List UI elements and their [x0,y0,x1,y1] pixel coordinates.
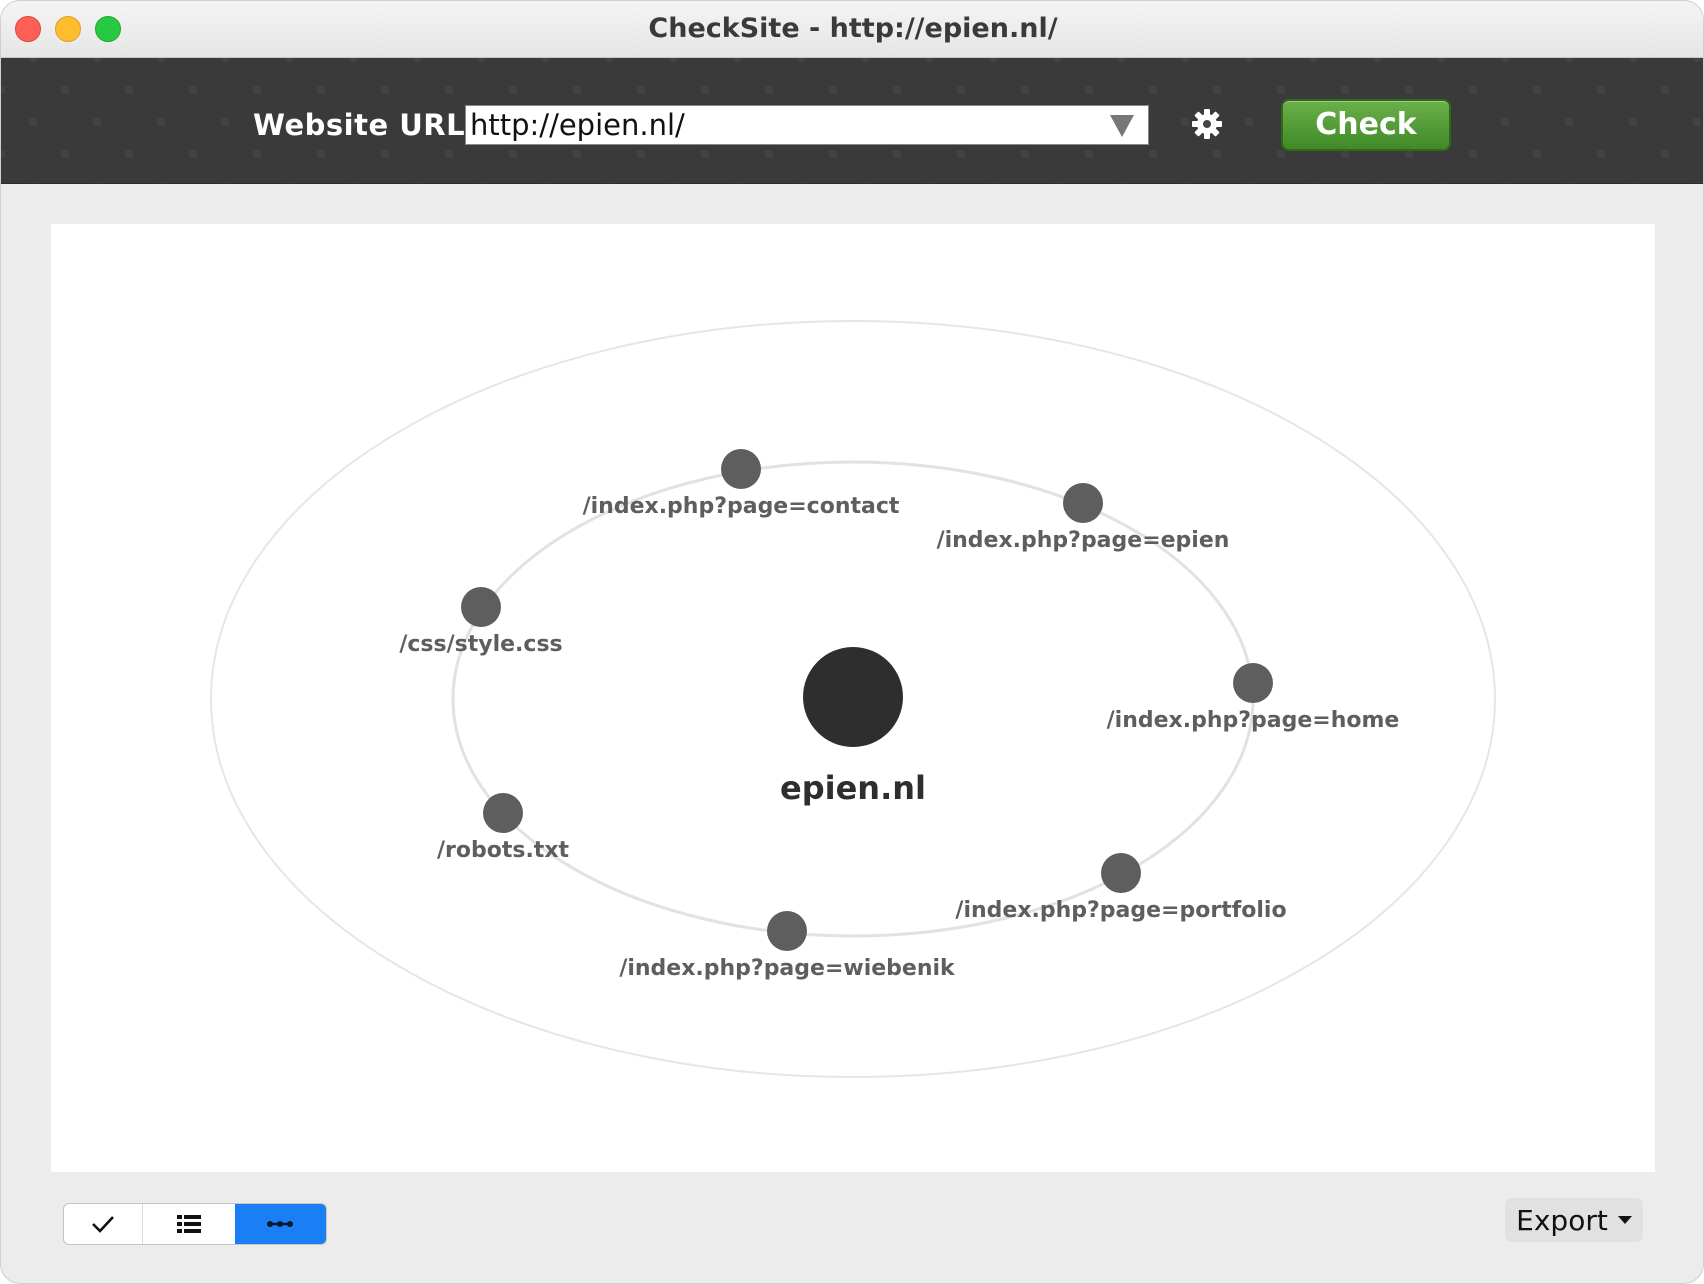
list-icon [177,1215,202,1233]
checklist-view-button[interactable] [64,1204,144,1244]
gear-icon[interactable] [1191,108,1223,140]
graph-node[interactable]: /robots.txt [437,793,570,863]
url-combobox[interactable] [465,105,1149,145]
graph-node[interactable]: /index.php?page=wiebenik [619,911,956,981]
graph-node-label: /index.php?page=wiebenik [619,956,956,981]
graph-node-label: /index.php?page=home [1107,708,1400,733]
graph-node-label: /robots.txt [437,838,570,863]
graph-node-label: /index.php?page=epien [937,528,1230,553]
app-window: CheckSite - http://epien.nl/ Website URL… [0,0,1704,1284]
export-button[interactable]: Export [1505,1198,1643,1242]
graph-node-label: /css/style.css [399,632,562,657]
graph-icon [267,1221,294,1227]
graph-node[interactable]: /index.php?page=epien [937,483,1230,553]
site-graph: epien.nl /index.php?page=contact /index.… [210,320,1496,1078]
chevron-down-icon [1617,1216,1632,1224]
url-input[interactable] [470,108,1080,142]
graph-node[interactable]: /index.php?page=contact [583,449,900,519]
window-title: CheckSite - http://epien.nl/ [648,13,1058,44]
toolbar: Website URL: Check [1,58,1703,184]
title-bar: CheckSite - http://epien.nl/ [1,1,1703,58]
url-dropdown-arrow-icon[interactable] [1110,115,1134,137]
graph-node-label: /index.php?page=portfolio [955,898,1286,923]
list-view-button[interactable] [143,1204,234,1244]
graph-node[interactable]: /css/style.css [399,587,563,657]
root-node-label: epien.nl [780,769,926,807]
graph-view-button[interactable] [234,1204,326,1244]
root-node[interactable] [803,647,903,747]
check-button[interactable]: Check [1281,99,1451,151]
site-graph-panel: epien.nl /index.php?page=contact /index.… [51,224,1655,1172]
graph-node-label: /index.php?page=contact [583,494,900,519]
website-url-label: Website URL: [253,108,478,142]
export-label: Export [1516,1203,1608,1237]
checkmark-icon [92,1216,115,1233]
graph-node[interactable]: /index.php?page=home [1107,663,1400,733]
graph-node[interactable]: /index.php?page=portfolio [955,853,1287,923]
view-mode-segmented-control [63,1203,327,1245]
